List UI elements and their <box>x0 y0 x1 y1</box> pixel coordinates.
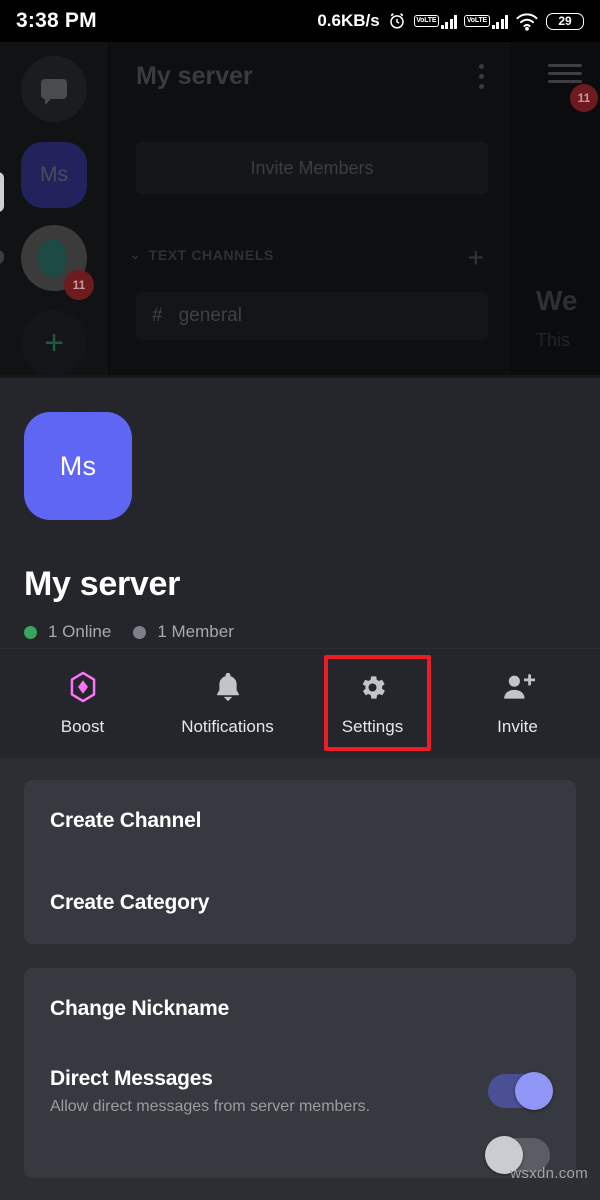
quick-actions-bar: Boost Notifications Settings Invite <box>0 648 600 758</box>
alarm-clock-icon <box>387 11 407 31</box>
presence-members: 1 Member <box>133 622 234 642</box>
bell-icon <box>211 670 245 704</box>
guild-item-my-server[interactable]: Ms <box>21 142 87 208</box>
direct-messages-icon[interactable] <box>21 56 87 122</box>
sim2-volte-label: VoLTE <box>464 15 490 27</box>
presence-online: 1 Online <box>24 622 111 642</box>
channel-creation-card: Create Channel Create Category <box>24 780 576 944</box>
sim2-signal-bars <box>491 14 508 29</box>
settings-label: Settings <box>341 717 404 736</box>
network-speed-label: 0.6KB/s <box>317 11 380 30</box>
guild-unread-indicator <box>0 250 4 264</box>
plus-icon: + <box>44 323 64 362</box>
guild-list-sidebar: Ms 11 + <box>0 42 108 378</box>
three-dots-vertical-icon[interactable] <box>479 64 484 89</box>
member-count-label: 1 Member <box>157 622 234 641</box>
direct-messages-row[interactable]: Direct Messages Allow direct messages fr… <box>24 1050 576 1132</box>
notifications-label: Notifications <box>181 717 274 736</box>
boost-gem-icon <box>66 670 100 704</box>
server-avatar[interactable]: Ms <box>24 412 132 520</box>
sheet-header: Ms My server 1 Online 1 Member <box>0 378 600 648</box>
direct-messages-description: Allow direct messages from server member… <box>50 1097 371 1115</box>
server-actions-sheet: Ms My server 1 Online 1 Member Boost Not… <box>0 378 600 1200</box>
direct-messages-toggle[interactable] <box>488 1072 553 1110</box>
category-header-text-channels[interactable]: ⌄ TEXT CHANNELS <box>130 247 274 263</box>
invite-members-label: Invite Members <box>250 157 374 178</box>
sim2-indicator: VoLTE <box>464 14 508 29</box>
channel-content-pane: 11 We This <box>512 42 600 378</box>
hash-icon: # <box>152 305 163 326</box>
guild-unread-badge: 11 <box>64 270 94 300</box>
settings-button[interactable]: Settings <box>318 660 428 747</box>
direct-messages-label: Direct Messages <box>50 1066 213 1090</box>
status-bar-icons: 0.6KB/s VoLTE VoLTE 29 <box>317 11 584 31</box>
menu-unread-badge: 11 <box>570 84 598 112</box>
change-nickname-row[interactable]: Change Nickname <box>24 968 576 1050</box>
boost-label: Boost <box>60 717 105 736</box>
hamburger-menu-icon[interactable] <box>548 64 582 83</box>
wifi-icon <box>515 11 539 31</box>
add-server-button[interactable]: + <box>21 310 87 376</box>
invite-button[interactable]: Invite <box>463 660 573 747</box>
add-channel-icon[interactable]: + <box>468 242 484 274</box>
phone-screen: 3:38 PM 0.6KB/s VoLTE VoLTE 29 Ms 11 + M… <box>0 0 600 1200</box>
invite-label: Invite <box>497 717 538 736</box>
channel-name-label: general <box>178 305 242 326</box>
dimmed-server-background: Ms 11 + My server Invite Members ⌄ TEXT … <box>0 42 600 378</box>
guild-initials: Ms <box>40 163 68 186</box>
person-add-icon <box>501 670 535 704</box>
watermark: wsxdn.com <box>510 1165 588 1182</box>
create-channel-label: Create Channel <box>50 809 202 832</box>
chevron-down-icon: ⌄ <box>130 248 141 262</box>
channel-list-pane: My server Invite Members ⌄ TEXT CHANNELS… <box>110 42 510 378</box>
create-category-row[interactable]: Create Category <box>24 862 576 944</box>
backdrop-server-title: My server <box>136 62 253 90</box>
presence-summary: 1 Online 1 Member <box>24 622 576 642</box>
battery-indicator: 29 <box>546 12 584 30</box>
category-label: TEXT CHANNELS <box>148 247 274 263</box>
channel-item-general[interactable]: # general <box>136 292 488 340</box>
member-status-dot <box>133 625 147 639</box>
online-status-dot <box>24 625 37 639</box>
change-nickname-label: Change Nickname <box>50 997 230 1020</box>
gear-icon <box>356 670 390 704</box>
sheet-body: Create Channel Create Category Change Ni… <box>0 758 600 1178</box>
next-setting-row-partial[interactable] <box>24 1132 576 1178</box>
welcome-heading-partial: We <box>536 285 578 316</box>
welcome-description-partial: This <box>536 330 571 350</box>
notifications-button[interactable]: Notifications <box>173 660 283 747</box>
avatar-initials: Ms <box>59 450 97 481</box>
sim1-volte-label: VoLTE <box>413 15 439 27</box>
sim1-indicator: VoLTE <box>413 14 458 29</box>
guild-selected-indicator <box>0 172 4 212</box>
sim1-signal-bars <box>440 14 458 29</box>
create-channel-row[interactable]: Create Channel <box>24 780 576 862</box>
page-title: My server <box>24 565 181 603</box>
boost-button[interactable]: Boost <box>28 660 138 747</box>
online-count-label: 1 Online <box>48 622 112 641</box>
member-settings-card: Change Nickname Direct Messages Allow di… <box>24 968 576 1178</box>
create-category-label: Create Category <box>50 891 210 914</box>
invite-members-button[interactable]: Invite Members <box>136 142 488 194</box>
status-bar-time: 3:38 PM <box>16 9 97 32</box>
status-bar: 3:38 PM 0.6KB/s VoLTE VoLTE 29 <box>0 0 600 42</box>
